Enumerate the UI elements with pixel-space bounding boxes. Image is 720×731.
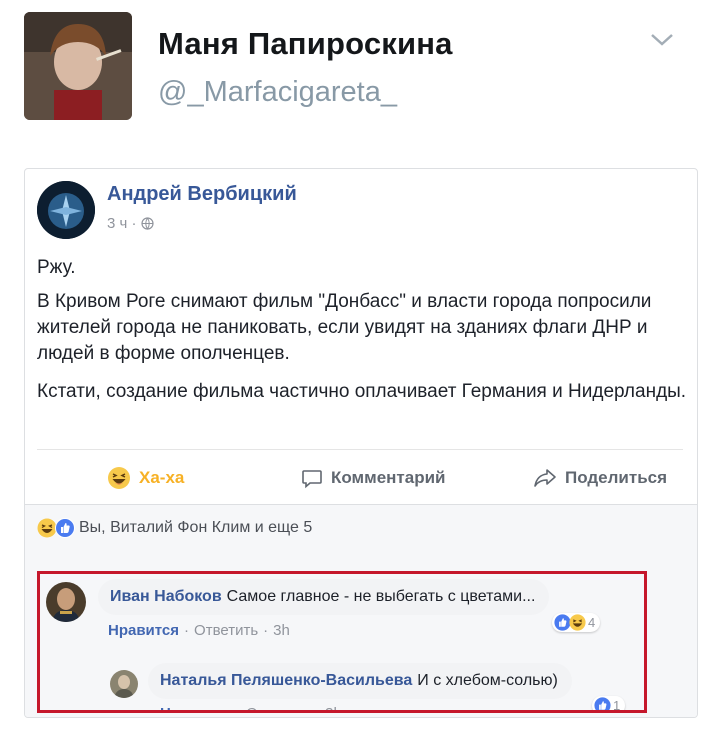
comments-section: Иван Набоков Самое главное - не выбегать … [25, 555, 697, 717]
reactions-summary-text: Вы, Виталий Фон Клим и еще 5 [79, 519, 313, 536]
comment-like-link[interactable]: Нравится [108, 622, 179, 639]
post-meta: 3 ч · [107, 215, 154, 232]
chevron-down-icon[interactable] [648, 30, 676, 50]
haha-button[interactable]: Ха-ха [107, 453, 184, 503]
post-author-name[interactable]: Андрей Вербицкий [107, 183, 297, 206]
reply-reply-link[interactable]: Ответить [246, 705, 310, 710]
globe-icon [140, 217, 154, 230]
post-actions: Ха-ха Комментарий Поделиться [25, 453, 697, 503]
comment-reply-link[interactable]: Ответить [194, 622, 258, 639]
reply-author[interactable]: Наталья Пеляшенко-Васильева [160, 672, 412, 689]
haha-icon [108, 467, 130, 489]
share-icon [534, 469, 556, 487]
comment-actions: Нравится · Ответить · 3h [108, 622, 290, 639]
haha-icon [37, 518, 57, 538]
reactions-summary[interactable]: Вы, Виталий Фон Клим и еще 5 [25, 505, 697, 555]
post-paragraph: В Кривом Роге снимают фильм "Донбасс" и … [37, 291, 652, 364]
like-icon [594, 697, 611, 710]
post-paragraph: Кстати, создание фильма частично оплачив… [37, 381, 687, 402]
post-paragraph: Ржу. [37, 257, 76, 278]
profile-avatar[interactable] [24, 12, 132, 120]
haha-label: Ха-ха [139, 468, 185, 487]
reply-text: И с хлебом-солью) [417, 672, 558, 689]
comment-time[interactable]: 3h [273, 622, 290, 639]
like-icon [55, 518, 75, 538]
comment-avatar[interactable] [46, 582, 86, 622]
post-time[interactable]: 3 ч · [107, 215, 137, 232]
reply-reactions[interactable]: 1 [592, 696, 626, 713]
facebook-post-card: Андрей Вербицкий 3 ч · Ржу. В Кривом Рог… [24, 168, 698, 718]
comment-text: Самое главное - не выбегать с цветами... [226, 588, 536, 605]
reply-actions: Нравится · Ответить · 3h [160, 705, 342, 710]
divider [37, 449, 683, 450]
highlight-frame: Иван Набоков Самое главное - не выбегать … [37, 571, 647, 713]
profile-handle[interactable]: @_Marfacigareta_ [158, 76, 397, 109]
reply-reaction-count: 1 [613, 698, 621, 713]
reply-like-link[interactable]: Нравится [160, 705, 231, 710]
share-label: Поделиться [565, 468, 668, 487]
reply-avatar[interactable] [110, 670, 138, 698]
post-author-avatar[interactable] [37, 181, 95, 239]
haha-icon [569, 614, 586, 631]
reply-time[interactable]: 3h [325, 705, 342, 710]
comment-bubble: Иван Набоков Самое главное - не выбегать … [98, 579, 550, 615]
comment-icon [302, 470, 322, 489]
comment-label: Комментарий [331, 468, 446, 487]
reply-bubble: Наталья Пеляшенко-Васильева И с хлебом-со… [148, 663, 572, 699]
profile-name[interactable]: Маня Папироскина [158, 26, 453, 62]
comment-author[interactable]: Иван Набоков [110, 588, 222, 605]
comment-button[interactable]: Комментарий [301, 453, 445, 503]
comment-reaction-count: 4 [588, 615, 596, 630]
share-button[interactable]: Поделиться [533, 453, 667, 503]
comment-reactions[interactable]: 4 [552, 613, 601, 632]
post-text: Ржу. В Кривом Роге снимают фильм "Донбас… [37, 255, 687, 417]
